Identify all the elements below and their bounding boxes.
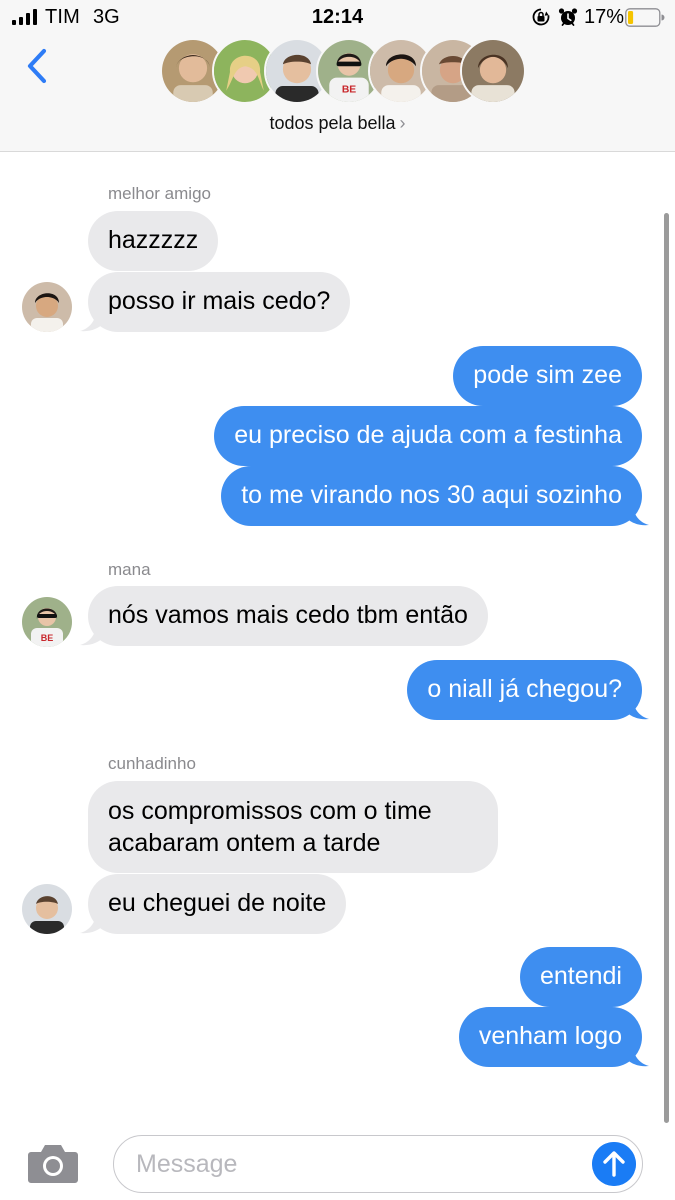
message-bubble-outgoing[interactable]: pode sim zee: [453, 346, 642, 406]
sender-name: cunhadinho: [108, 754, 196, 773]
message-bubble-incoming[interactable]: os compromissos com o time acabaram onte…: [88, 781, 498, 873]
message-bubble-incoming[interactable]: hazzzzz: [88, 211, 219, 271]
bubble-tail: [625, 698, 649, 720]
conversation-header: BE todos pela bella ›: [0, 34, 675, 152]
bubble-tail: [80, 912, 104, 934]
chevron-right-icon: ›: [399, 113, 406, 133]
sender-avatar: [22, 884, 72, 934]
message-bubble-outgoing[interactable]: o niall já chegou?: [407, 660, 642, 720]
svg-text:BE: BE: [41, 633, 54, 643]
battery-percent: 17%: [584, 6, 625, 28]
message-bubble-outgoing[interactable]: eu preciso de ajuda com a festinha: [214, 406, 642, 466]
sender-name: melhor amigo: [108, 184, 211, 203]
group-avatars[interactable]: BE: [160, 38, 526, 106]
sender-avatar: [22, 282, 72, 332]
message-bubble-incoming[interactable]: nós vamos mais cedo tbm então: [88, 586, 488, 646]
scroll-indicator[interactable]: [664, 213, 669, 1123]
bubble-tail: [80, 624, 104, 646]
send-button[interactable]: [592, 1142, 636, 1186]
message-bubble-outgoing[interactable]: venham logo: [458, 1007, 642, 1067]
sender-avatar: BE: [22, 597, 72, 647]
orientation-lock-icon: [532, 8, 550, 26]
message-bubble-outgoing[interactable]: entendi: [519, 947, 642, 1007]
message-bubble-outgoing[interactable]: to me virando nos 30 aqui sozinho: [221, 466, 642, 526]
message-input-container[interactable]: [113, 1135, 643, 1193]
message-bubble-incoming[interactable]: posso ir mais cedo?: [88, 272, 351, 332]
svg-text:BE: BE: [342, 85, 356, 96]
participant-avatar: [460, 38, 526, 104]
camera-icon[interactable]: [27, 1142, 79, 1184]
message-bubble-incoming[interactable]: eu cheguei de noite: [88, 874, 347, 934]
sender-name: mana: [108, 560, 151, 579]
bubble-tail: [625, 1045, 649, 1067]
alarm-icon: [558, 8, 578, 26]
group-name: todos pela bella: [269, 113, 396, 133]
message-input[interactable]: [136, 1146, 576, 1182]
group-name-button[interactable]: todos pela bella ›: [0, 113, 675, 134]
battery-icon: [625, 8, 665, 27]
bubble-tail: [80, 310, 104, 332]
bubble-tail: [625, 504, 649, 526]
back-button[interactable]: [22, 46, 52, 86]
status-bar: TIM 3G 12:14 17%: [0, 0, 675, 34]
